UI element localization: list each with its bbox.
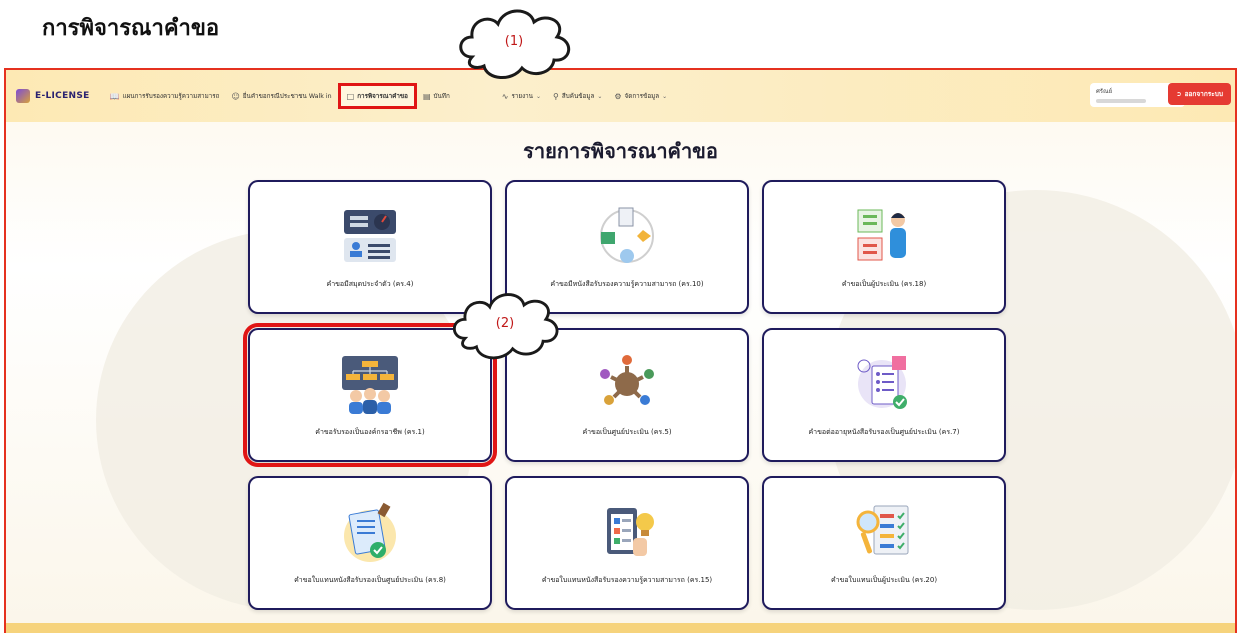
card-kr20[interactable]: คำขอใบแทนเป็นผู้ประเมิน (คร.20) — [762, 476, 1006, 610]
logout-button[interactable]: ➲ ออกจากระบบ — [1168, 83, 1231, 105]
callout-1-text: (1) — [504, 34, 524, 49]
checklist-renew-icon — [857, 356, 907, 409]
main-menu: 📖 แผนการรับรองความรู้ความสามารถ ☺ ยื่นคำ… — [104, 70, 674, 122]
book-icon: 📖 — [109, 91, 120, 101]
card-label: คำขอรับรองเป็นองค์กรอาชีพ (คร.1) — [315, 428, 425, 436]
menu-item-search[interactable]: ⚲ สืบค้นข้อมูล ⌄ — [547, 86, 608, 106]
page-title: รายการพิจารณาคำขอ — [523, 139, 718, 163]
stamped-document-icon — [344, 502, 396, 562]
brand-logo-icon — [16, 89, 30, 103]
footer-strip — [6, 623, 1235, 633]
id-card-icon — [344, 210, 396, 262]
menu-item-manage[interactable]: ⚙ จัดการข้อมูล ⌄ — [608, 86, 673, 106]
organization-icon — [342, 356, 398, 414]
callout-2-text: (2) — [495, 316, 515, 331]
menu-item-label: สืบค้นข้อมูล — [561, 93, 595, 100]
card-kr18[interactable]: คำขอเป็นผู้ประเมิน (คร.18) — [762, 180, 1006, 314]
user-add-icon: ☺ — [231, 91, 240, 101]
menu-item-report[interactable]: ∿ รายงาน ⌄ — [496, 86, 547, 106]
callout-1: (1) — [452, 2, 576, 84]
menu-item-label: ยื่นคำขอกรณีประชาชน Walk in — [242, 93, 332, 100]
menu-item-record[interactable]: ▤ บันทึก — [417, 86, 456, 106]
user-detail-redacted — [1096, 99, 1146, 103]
logout-icon: ➲ — [1176, 90, 1182, 98]
card-kr15[interactable]: คำขอใบแทนหนังสือรับรองความรู้ความสามารถ … — [505, 476, 749, 610]
card-label: คำขอต่ออายุหนังสือรับรองเป็นศูนย์ประเมิน… — [808, 428, 960, 436]
brand-logo[interactable]: E-LICENSE — [16, 89, 90, 103]
certificate-process-icon — [600, 207, 654, 263]
app-screenshot-frame: E-LICENSE 📖 แผนการรับรองความรู้ความสามาร… — [4, 68, 1237, 633]
magnifier-list-icon — [856, 505, 909, 555]
callout-2: (2) — [446, 285, 564, 365]
document-heading: การพิจารณาคำขอ — [42, 16, 220, 41]
card-label: คำขอเป็นศูนย์ประเมิน (คร.5) — [582, 428, 672, 436]
menu-item-label: จัดการข้อมูล — [624, 93, 660, 100]
user-name: ศรัณย์ — [1096, 88, 1113, 95]
team-circle-icon — [600, 355, 654, 405]
menu-item-label: แผนการรับรองความรู้ความสามารถ — [122, 93, 220, 100]
menu-item-walkin[interactable]: ☺ ยื่นคำขอกรณีประชาชน Walk in — [225, 86, 337, 106]
clipboard-icon: □ — [346, 91, 355, 101]
card-kr8[interactable]: คำขอใบแทนหนังสือรับรองเป็นศูนย์ประเมิน (… — [248, 476, 492, 610]
search-icon: ⚲ — [553, 91, 559, 101]
clipboard-idea-icon — [607, 508, 654, 556]
card-label: คำขอใบแทนเป็นผู้ประเมิน (คร.20) — [830, 576, 938, 584]
document-icon: ▤ — [422, 91, 431, 101]
chevron-down-icon: ⌄ — [536, 92, 542, 100]
menu-item-plan[interactable]: 📖 แผนการรับรองความรู้ความสามารถ — [104, 86, 226, 106]
card-label: คำขอใบแทนหนังสือรับรองเป็นศูนย์ประเมิน (… — [294, 576, 446, 584]
brand-name: E-LICENSE — [35, 91, 90, 101]
chevron-down-icon: ⌄ — [597, 92, 603, 100]
logout-label: ออกจากระบบ — [1184, 90, 1223, 98]
card-kr7[interactable]: คำขอต่ออายุหนังสือรับรองเป็นศูนย์ประเมิน… — [762, 328, 1006, 462]
assessor-icon — [857, 209, 906, 261]
menu-item-label: บันทึก — [433, 93, 450, 100]
chart-line-icon: ∿ — [501, 91, 509, 101]
menu-item-consider-request[interactable]: □ การพิจารณาคำขอ — [337, 83, 417, 109]
chevron-down-icon: ⌄ — [662, 92, 668, 100]
menu-item-label: รายงาน — [511, 93, 533, 100]
card-label: คำขอเป็นผู้ประเมิน (คร.18) — [841, 280, 927, 288]
menu-item-label: การพิจารณาคำขอ — [357, 93, 408, 100]
card-label: คำขอใบแทนหนังสือรับรองความรู้ความสามารถ … — [541, 576, 713, 584]
gear-icon: ⚙ — [614, 91, 622, 101]
top-navbar: E-LICENSE 📖 แผนการรับรองความรู้ความสามาร… — [6, 70, 1235, 122]
